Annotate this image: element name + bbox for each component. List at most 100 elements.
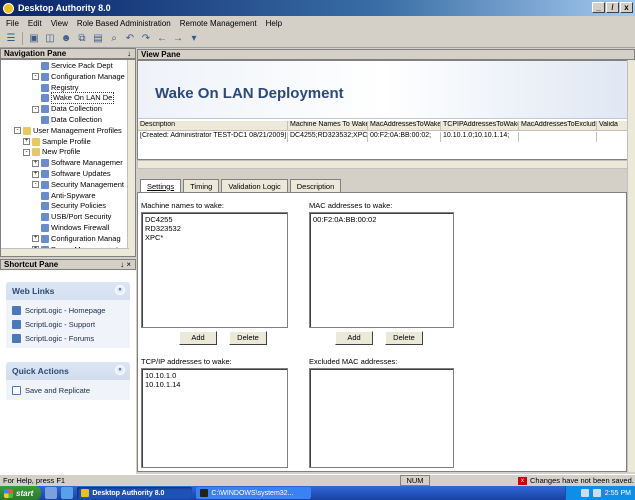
find-icon[interactable]: ⌕ [107,32,121,46]
panel-vertical-scrollbar[interactable] [627,170,635,472]
internet-explorer-icon[interactable] [61,487,74,499]
redo-icon[interactable]: ↷ [139,32,153,46]
taskbar-item-desktop-authority[interactable]: Desktop Authority 8.0 [77,487,193,499]
taskbar-item-command-prompt[interactable]: C:\WINDOWS\system32... [196,487,312,499]
paste-icon[interactable]: ▤ [91,32,105,46]
tree-item[interactable]: + Software Managemer [32,158,123,168]
list-item[interactable]: 00:F2:0A:BB:00:02 [313,215,450,224]
minimize-button[interactable]: _ [592,2,605,13]
expand-icon[interactable]: + [32,235,39,243]
tree-item[interactable]: Service Pack Dept [41,61,113,71]
tree-item[interactable]: - Configuration Manage [32,72,125,82]
list-item[interactable]: 10.10.1.0 [145,371,284,380]
collapse-icon[interactable]: « [115,365,125,375]
menu-edit[interactable]: Edit [28,19,42,28]
back-icon[interactable]: ← [155,32,169,46]
error-icon: x [518,476,527,485]
tree-item[interactable]: Windows Firewall [41,223,109,233]
collapse-icon[interactable]: - [14,127,21,135]
network-icon[interactable] [580,489,589,497]
add-mac-button[interactable]: Add [335,331,373,345]
delete-machine-button[interactable]: Delete [229,331,267,345]
forums-link[interactable]: ScriptLogic - Forums [12,331,124,345]
tab-validation-logic[interactable]: Validation Logic [221,179,288,192]
save-icon[interactable]: ▣ [27,32,41,46]
menu-bar: File Edit View Role Based Administration… [0,16,635,30]
column-machine-names[interactable]: Machine Names To Wake [288,121,368,130]
save-all-icon[interactable]: ◫ [43,32,57,46]
collapse-icon[interactable]: - [32,105,39,113]
menu-file[interactable]: File [6,19,19,28]
tcpip-addresses-list[interactable]: 10.10.1.0 10.10.1.14 [141,368,288,468]
tree-item[interactable]: + Software Updates [32,169,111,179]
table-row[interactable]: [Created: Administrator TEST-DC1 08/21/2… [138,132,632,142]
pin-icon[interactable]: ↓ [127,49,131,58]
delete-mac-button[interactable]: Delete [385,331,423,345]
excluded-mac-list[interactable] [309,368,454,468]
tree-item[interactable]: Wake On LAN De [41,92,115,105]
save-and-replicate-link[interactable]: Save and Replicate [12,383,124,397]
tree-item[interactable]: Anti-Spyware [41,191,96,201]
tree-item[interactable]: + Configuration Manag [32,234,121,244]
add-machine-button[interactable]: Add [179,331,217,345]
expand-icon[interactable]: + [32,159,39,167]
machine-names-label: Machine names to wake: [141,201,224,210]
list-icon[interactable]: ☰ [4,32,18,46]
menu-remote-management[interactable]: Remote Management [180,19,257,28]
close-button[interactable]: x [620,2,633,13]
tree-item[interactable]: - Security Management [32,180,124,190]
tree-item[interactable]: Registry [41,83,79,93]
expand-icon[interactable]: + [32,170,39,178]
homepage-link[interactable]: ScriptLogic - Homepage [12,303,124,317]
collapse-icon[interactable]: - [32,181,39,189]
column-description[interactable]: Description [138,121,288,130]
tree-item[interactable]: Security Policies [41,201,106,211]
tree-item-label: Wake On LAN De [51,92,115,105]
column-mac-exclude[interactable]: MacAddressesToExclude [519,121,597,130]
dropdown-icon[interactable]: ▾ [187,32,201,46]
tree-item[interactable]: - User Management Profiles [14,126,122,136]
nav-vertical-scrollbar[interactable] [127,60,135,256]
start-button[interactable]: start [0,486,42,500]
column-mac-addresses[interactable]: MacAddressesToWake [368,121,441,130]
list-item[interactable]: 10.10.1.14 [145,380,284,389]
list-item[interactable]: DC4255 [145,215,284,224]
quick-actions-title[interactable]: Quick Actions « [6,362,130,380]
tree-item[interactable]: + Sample Profile [23,137,91,147]
folder-icon [23,126,31,135]
folder-icon [41,224,49,232]
show-desktop-icon[interactable] [45,487,58,499]
web-links-title[interactable]: Web Links « [6,282,130,300]
collapse-icon[interactable]: - [32,73,39,81]
pin-close-icon[interactable]: ↓ × [120,260,131,269]
restore-button[interactable]: ̸ [606,2,619,13]
expand-icon[interactable]: + [23,138,30,146]
list-item[interactable]: RD323532 [145,224,284,233]
mac-addresses-list[interactable]: 00:F2:0A:BB:00:02 [309,212,454,328]
collapse-icon[interactable]: « [115,285,125,295]
tree-item[interactable]: - New Profile [23,147,80,157]
tree-item[interactable]: - Data Collection [32,104,102,114]
column-tcpip-addresses[interactable]: TCPIPAddressesToWake [441,121,519,130]
tab-timing[interactable]: Timing [183,179,220,192]
list-item[interactable]: XPC* [145,233,284,242]
menu-role-based-administration[interactable]: Role Based Administration [77,19,171,28]
tab-settings[interactable]: Settings [140,179,182,192]
grid-horizontal-scrollbar[interactable] [137,160,631,169]
machine-names-list[interactable]: DC4255 RD323532 XPC* [141,212,288,328]
nav-horizontal-scrollbar[interactable] [1,248,129,256]
tab-description[interactable]: Description [289,179,342,192]
users-icon[interactable]: ☻ [59,32,73,46]
volume-icon[interactable] [592,489,601,497]
clock[interactable]: 2:55 PM [605,490,631,497]
menu-help[interactable]: Help [266,19,282,28]
undo-icon[interactable]: ↶ [123,32,137,46]
support-link[interactable]: ScriptLogic - Support [12,317,124,331]
grid-vertical-scrollbar[interactable] [627,60,635,170]
tree-item[interactable]: Data Collection [41,115,102,125]
menu-view[interactable]: View [51,19,68,28]
copy-icon[interactable]: ⧉ [75,32,89,46]
tree-item[interactable]: USB/Port Security [41,212,111,222]
collapse-icon[interactable]: - [23,148,30,156]
forward-icon[interactable]: → [171,32,185,46]
